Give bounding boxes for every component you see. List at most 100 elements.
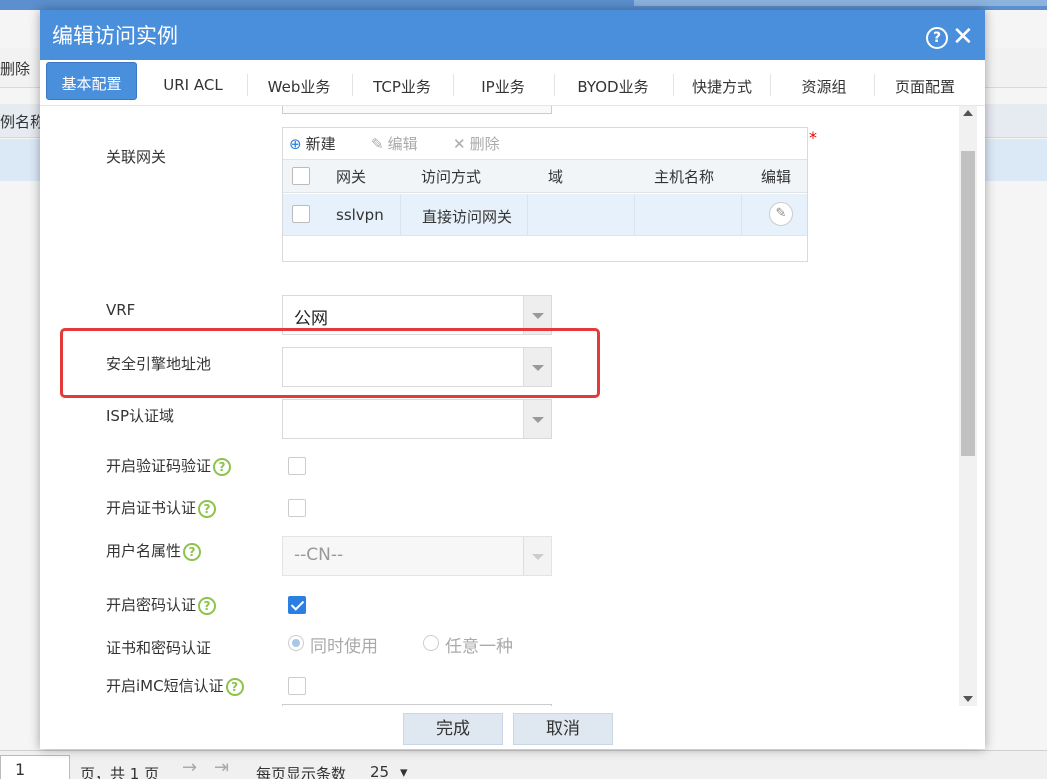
tab-resource-group[interactable]: 资源组 [775, 70, 873, 102]
grid-toolbar: ⊕ 新建 ✎ 编辑 ✕ 删除 [283, 128, 807, 158]
imc-sms-label: 开启iMC短信认证? [106, 675, 244, 696]
username-attr-label-text: 用户名属性 [106, 542, 182, 560]
close-icon[interactable]: ✕ [952, 24, 974, 50]
tab-separator [453, 74, 454, 96]
next-page-icon[interactable]: → [182, 757, 197, 778]
edit-row-icon[interactable]: ✎ [769, 202, 793, 226]
question-icon[interactable]: ? [198, 499, 217, 518]
tab-uri-acl[interactable]: URI ACL [147, 70, 239, 102]
dialog-content: 关联网关 ⊕ 新建 ✎ 编辑 ✕ 删除 网关 访问方式 域 主机名称 编辑 ss… [40, 106, 961, 706]
question-icon[interactable]: ? [198, 596, 217, 615]
new-button[interactable]: ⊕ 新建 [289, 133, 336, 154]
delete-button[interactable]: 删除 [0, 58, 30, 79]
scrollbar-thumb[interactable] [961, 151, 975, 456]
column-edit: 编辑 [761, 168, 792, 186]
help-icon[interactable]: ? [926, 27, 948, 49]
new-button-label: 新建 [305, 135, 336, 153]
radio-either[interactable] [423, 635, 439, 651]
gateway-grid: ⊕新建 ✎编辑 ✕删除 网关 访问方式 域 主机名称 编辑 sslvpn [282, 127, 808, 262]
chevron-down-icon[interactable] [523, 400, 551, 438]
captcha-checkbox[interactable] [288, 457, 306, 475]
delete-button-label: 删除 [469, 135, 500, 153]
cert-auth-checkbox[interactable] [288, 499, 306, 517]
radio-either-label[interactable]: 任意一种 [445, 632, 513, 657]
question-icon[interactable]: ? [213, 457, 232, 476]
tab-byod-service[interactable]: BYOD业务 [559, 70, 667, 102]
column-header-name[interactable]: 例名称 [0, 111, 45, 132]
tab-separator [673, 74, 674, 96]
dialog-title: 编辑访问实例 [52, 24, 178, 48]
tab-shortcuts[interactable]: 快捷方式 [678, 70, 766, 102]
plus-circle-icon: ⊕ [289, 135, 302, 153]
select-all-checkbox[interactable] [292, 167, 310, 185]
captcha-label: 开启验证码验证? [106, 455, 232, 476]
password-auth-checkbox[interactable] [288, 596, 306, 614]
tab-tcp-service[interactable]: TCP业务 [357, 70, 447, 102]
delete-grid-button[interactable]: ✕ 删除 [453, 133, 500, 154]
tab-separator [352, 74, 353, 96]
username-attr-select[interactable]: --CN-- [282, 536, 552, 576]
column-gateway[interactable]: 网关 [336, 166, 366, 187]
dialog-title-bar[interactable]: 编辑访问实例 ? ✕ [40, 10, 985, 60]
column-hostname[interactable]: 主机名称 [654, 166, 714, 187]
tab-web-service[interactable]: Web业务 [252, 70, 346, 102]
edit-button[interactable]: ✎ 编辑 [371, 133, 418, 154]
vertical-scrollbar[interactable] [959, 106, 977, 706]
tab-separator [874, 74, 875, 96]
previous-field-stub [282, 106, 552, 114]
required-mark: * [809, 128, 817, 147]
pager: 1 页，共 1 页 → ⇥ 每页显示条数 25 ▾ [0, 750, 1047, 779]
isp-domain-select[interactable] [282, 399, 552, 439]
radio-both[interactable] [288, 635, 304, 651]
app-top-bar-segment [634, 0, 1047, 6]
chevron-down-icon[interactable]: ▾ [400, 763, 408, 779]
scroll-up-icon[interactable] [963, 110, 973, 116]
tab-separator [554, 74, 555, 96]
vrf-label: VRF [106, 301, 136, 319]
cert-auth-label-text: 开启证书认证 [106, 499, 197, 517]
chevron-down-icon[interactable] [523, 537, 551, 575]
question-icon[interactable]: ? [225, 677, 244, 696]
page-number-input[interactable]: 1 [0, 755, 70, 779]
vrf-value: 公网 [294, 309, 328, 329]
row-gateway: sslvpn [336, 206, 384, 224]
grid-header: 网关 访问方式 域 主机名称 编辑 [283, 159, 807, 193]
column-access-mode[interactable]: 访问方式 [421, 166, 481, 187]
isp-domain-label: ISP认证域 [106, 407, 174, 425]
row-access-mode: 直接访问网关 [422, 208, 513, 226]
username-attr-label: 用户名属性? [106, 540, 202, 561]
cert-auth-label: 开启证书认证? [106, 497, 217, 518]
question-icon[interactable]: ? [183, 542, 202, 561]
radio-both-label[interactable]: 同时使用 [310, 632, 378, 657]
column-domain[interactable]: 域 [548, 166, 563, 187]
last-page-icon[interactable]: ⇥ [214, 757, 229, 778]
per-page-select[interactable]: 25 [370, 763, 389, 779]
password-auth-label: 开启密码认证? [106, 594, 217, 615]
row-checkbox[interactable] [292, 205, 310, 223]
next-field-stub [282, 704, 552, 706]
column-separator [527, 194, 528, 235]
username-attr-value: --CN-- [294, 545, 344, 565]
ok-button[interactable]: 完成 [403, 713, 503, 745]
cert-password-label: 证书和密码认证 [106, 639, 212, 657]
password-auth-label-text: 开启密码认证 [106, 596, 197, 614]
app-top-bar [0, 0, 1047, 10]
tab-basic-config[interactable]: 基本配置 [46, 62, 137, 100]
column-separator [634, 194, 635, 235]
per-page-label: 每页显示条数 [256, 765, 347, 779]
tab-separator [247, 74, 248, 96]
page-count-text: 页，共 1 页 [80, 765, 160, 779]
tab-ip-service[interactable]: IP业务 [458, 70, 548, 102]
column-separator [741, 194, 742, 235]
scroll-down-icon[interactable] [963, 696, 973, 702]
cancel-button[interactable]: 取消 [513, 713, 613, 745]
highlight-box [60, 328, 600, 398]
imc-sms-checkbox[interactable] [288, 677, 306, 695]
table-row[interactable]: sslvpn 直接访问网关 ✎ [283, 194, 807, 236]
tab-page-config[interactable]: 页面配置 [879, 70, 971, 102]
x-icon: ✕ [453, 135, 466, 153]
imc-sms-label-text: 开启iMC短信认证 [106, 677, 224, 695]
edit-access-instance-dialog: 编辑访问实例 ? ✕ 基本配置 URI ACL Web业务 TCP业务 IP业务… [40, 10, 985, 749]
tab-bar: 基本配置 URI ACL Web业务 TCP业务 IP业务 BYOD业务 快捷方… [40, 60, 985, 106]
column-separator [400, 194, 401, 235]
